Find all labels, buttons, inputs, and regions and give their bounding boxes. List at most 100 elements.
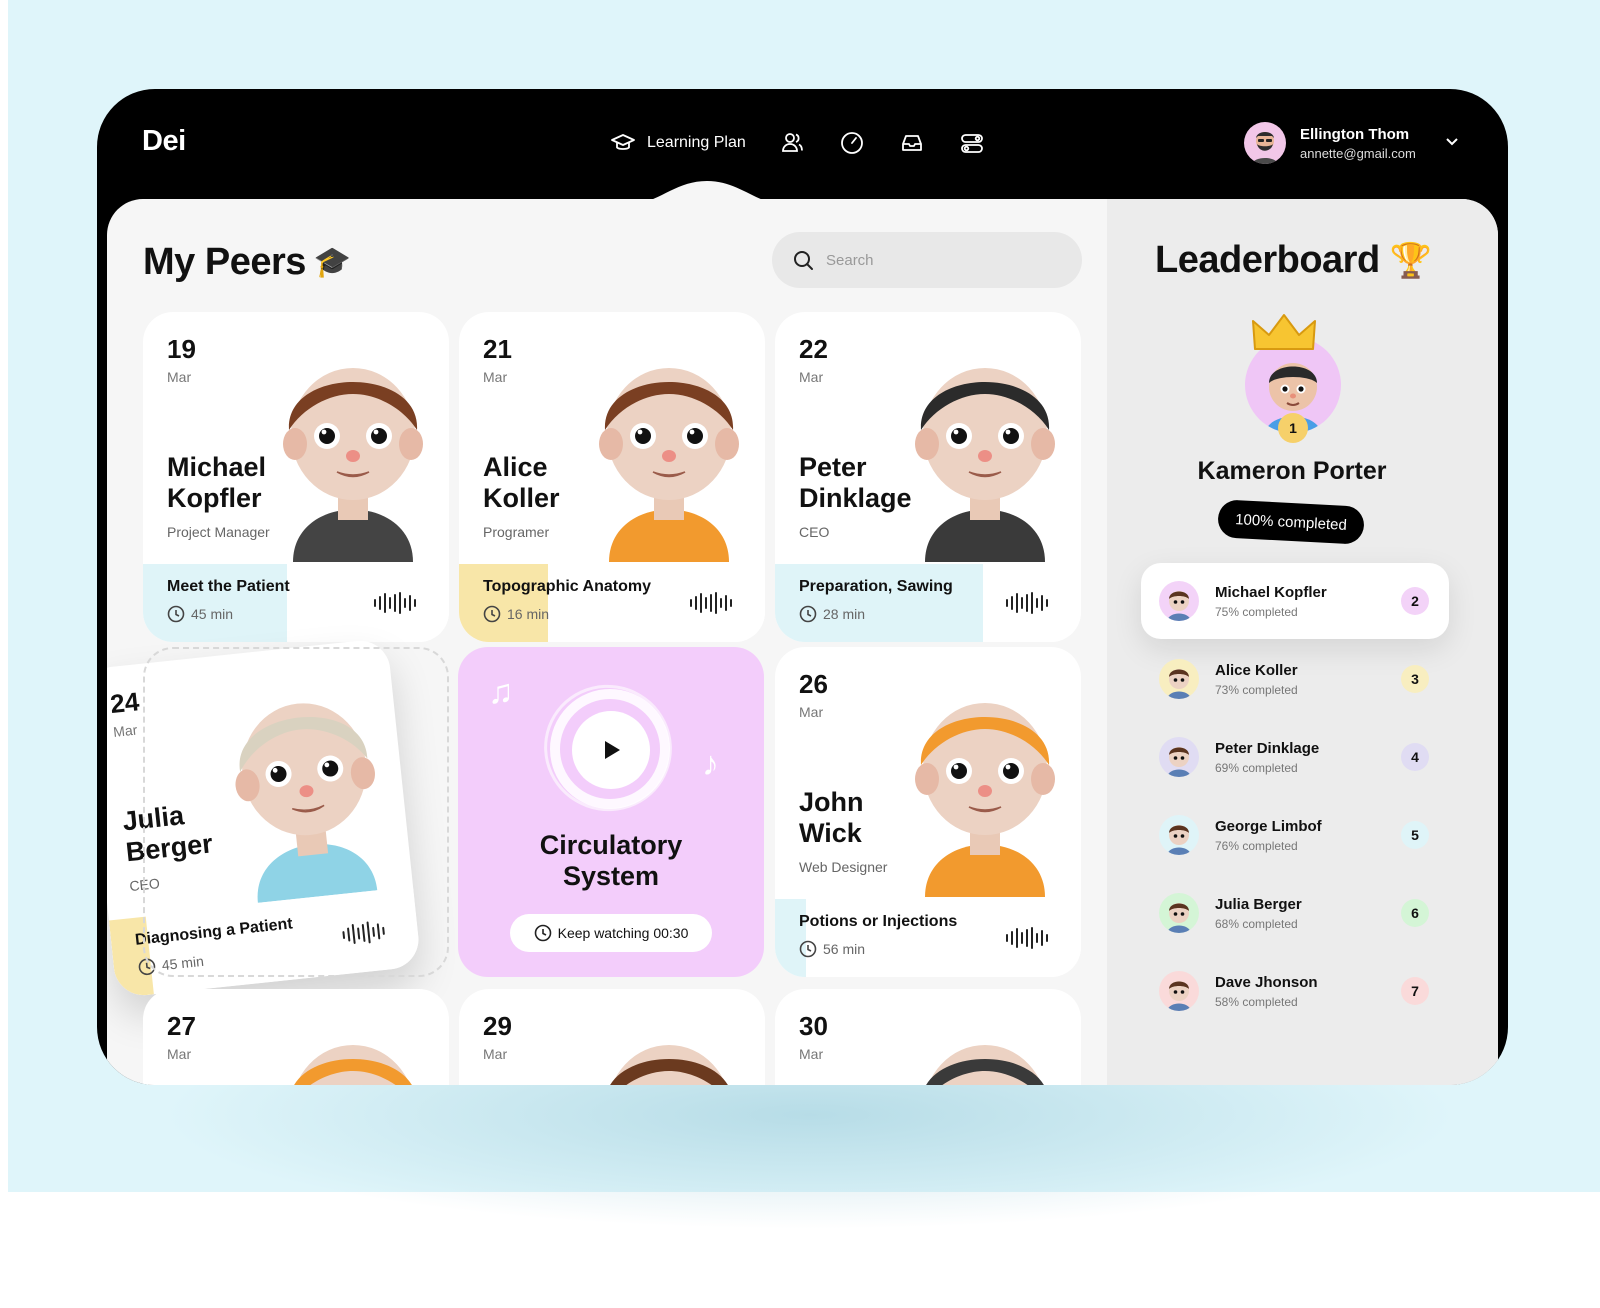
winner-name: Kameron Porter <box>1197 457 1387 485</box>
leaderboard-row[interactable]: Michael Kopfler 75% completed 2 <box>1141 563 1449 639</box>
user-avatar <box>1244 122 1286 164</box>
peer-role: Web Designer <box>799 859 888 875</box>
leaderboard-row[interactable]: George Limbof 76% completed 5 <box>1141 797 1449 873</box>
main-nav: Learning Plan <box>609 125 1018 161</box>
clock-icon <box>534 924 551 942</box>
clock-icon <box>799 605 817 623</box>
card-month: Mar <box>167 1046 192 1062</box>
card-day: 27 <box>167 1011 196 1041</box>
user-name: Ellington Thom <box>1300 125 1410 143</box>
peer-first-name: John <box>799 787 864 817</box>
peer-card[interactable]: 27 Mar <box>143 989 449 1085</box>
leaderboard-row[interactable]: Peter Dinklage 69% completed 4 <box>1141 719 1449 795</box>
nav-inbox[interactable] <box>898 125 926 161</box>
peer-name: John Wick <box>799 787 949 849</box>
peer-last-name: Wick <box>799 818 862 848</box>
leaderboard-row[interactable]: Alice Koller 73% completed 3 <box>1141 641 1449 717</box>
card-month: Mar <box>112 721 139 740</box>
leaderboard-winner[interactable]: 1 Kameron Porter 100% completed <box>1107 309 1498 545</box>
card-month: Mar <box>167 369 192 385</box>
leaderboard-avatar <box>1159 815 1199 855</box>
card-day: 19 <box>167 334 196 364</box>
card-day: 30 <box>799 1011 828 1041</box>
lesson-title: Topographic Anatomy <box>483 578 651 595</box>
trophy-icon: 🏆 <box>1389 241 1432 280</box>
video-card[interactable]: ♫ ♪ Circulatory System Keep watching 00:… <box>458 647 764 977</box>
audio-wave-icon[interactable] <box>1004 592 1049 614</box>
leaderboard-rank-badge: 6 <box>1401 899 1429 927</box>
lesson-title: Preparation, Sawing <box>799 578 953 595</box>
user-menu[interactable]: Ellington Thom annette@gmail.com <box>1244 122 1460 164</box>
app-window: Dei Learning Plan Ellington Thom annette… <box>97 89 1508 1085</box>
search-bar[interactable] <box>772 232 1082 288</box>
top-bar: Dei Learning Plan Ellington Thom annette… <box>97 89 1508 207</box>
leaderboard-panel: Leaderboard 🏆 1 Kameron Porter 100% comp… <box>1107 199 1498 1085</box>
leaderboard-rank-badge: 7 <box>1401 977 1429 1005</box>
play-button[interactable] <box>572 711 650 789</box>
lesson-footer[interactable]: Meet the Patient 45 min <box>143 564 449 642</box>
peer-card[interactable]: 30 Mar <box>775 989 1081 1085</box>
card-date: 29 Mar <box>483 1011 512 1062</box>
peer-card[interactable]: 22 Mar Peter Dinklage CEO Preparation, S… <box>775 312 1081 642</box>
audio-wave-icon[interactable] <box>1004 927 1049 949</box>
nav-learning-plan[interactable]: Learning Plan <box>609 125 746 161</box>
lesson-progress-fill <box>143 564 287 642</box>
peer-card[interactable]: 26 Mar John Wick Web Designer Potions or… <box>775 647 1081 977</box>
peer-role: Project Manager <box>167 524 270 540</box>
audio-wave-icon[interactable] <box>688 592 733 614</box>
card-day: 21 <box>483 334 512 364</box>
peer-name: Peter Dinklage <box>799 452 949 514</box>
chevron-down-icon[interactable] <box>1444 133 1460 154</box>
app-logo[interactable]: Dei <box>142 125 186 158</box>
search-icon <box>794 251 813 270</box>
leaderboard-percent: 73% completed <box>1215 682 1298 697</box>
peer-avatar <box>579 999 759 1085</box>
peer-first-name: Michael <box>167 452 267 482</box>
nav-settings[interactable] <box>958 125 986 161</box>
user-email: annette@gmail.com <box>1300 145 1416 161</box>
keep-watching-button[interactable]: Keep watching 00:30 <box>510 914 712 952</box>
leaderboard-percent: 58% completed <box>1215 994 1298 1009</box>
leaderboard-name: Michael Kopfler <box>1215 583 1327 601</box>
toggles-icon <box>960 134 983 153</box>
peer-card[interactable]: 21 Mar Alice Koller Programer Topographi… <box>459 312 765 642</box>
gauge-icon <box>840 132 863 154</box>
peer-card[interactable]: 29 Mar <box>459 989 765 1085</box>
card-date: 22 Mar <box>799 334 828 385</box>
nav-dashboard[interactable] <box>838 125 866 161</box>
play-icon <box>605 741 620 759</box>
leaderboard-name: Peter Dinklage <box>1215 739 1320 757</box>
peer-card[interactable]: 19 Mar Michael Kopfler Project Manager M… <box>143 312 449 642</box>
peer-last-name: Koller <box>483 483 560 513</box>
leaderboard-title: Leaderboard 🏆 <box>1155 239 1432 282</box>
drop-placeholder <box>143 647 449 977</box>
leaderboard-percent: 75% completed <box>1215 604 1298 619</box>
lesson-duration-text: 45 min <box>191 606 234 622</box>
audio-wave-icon[interactable] <box>372 592 417 614</box>
peer-name: Michael Kopfler <box>167 452 317 514</box>
leaderboard-name: George Limbof <box>1215 817 1322 835</box>
lesson-duration: 16 min <box>483 605 549 623</box>
peer-first-name: Alice <box>483 452 548 482</box>
peer-avatar <box>895 322 1075 562</box>
graduation-cap-icon <box>611 134 635 150</box>
leaderboard-row[interactable]: Dave Jhonson 58% completed 7 <box>1141 953 1449 1029</box>
lesson-footer[interactable]: Topographic Anatomy 16 min <box>459 564 765 642</box>
search-input[interactable] <box>826 251 1066 269</box>
leaderboard-rank-badge: 4 <box>1401 743 1429 771</box>
video-title-line2: System <box>562 861 660 891</box>
lesson-duration-text: 16 min <box>507 606 550 622</box>
leaderboard-rank-badge: 5 <box>1401 821 1429 849</box>
card-date: 30 Mar <box>799 1011 828 1062</box>
nav-people[interactable] <box>778 125 806 161</box>
lesson-footer[interactable]: Preparation, Sawing 28 min <box>775 564 1081 642</box>
lesson-footer[interactable]: Potions or Injections 56 min <box>775 899 1081 977</box>
lesson-duration: 45 min <box>167 605 233 623</box>
leaderboard-row[interactable]: Julia Berger 68% completed 6 <box>1141 875 1449 951</box>
peer-name: Alice Koller <box>483 452 633 514</box>
peer-avatar <box>263 999 443 1085</box>
page-title: My Peers 🎓 <box>143 241 351 284</box>
content-area: My Peers 🎓 19 Mar Michael Kopfler Proj <box>107 199 1498 1085</box>
lesson-title: Meet the Patient <box>167 578 290 595</box>
leaderboard-name: Julia Berger <box>1215 895 1302 913</box>
